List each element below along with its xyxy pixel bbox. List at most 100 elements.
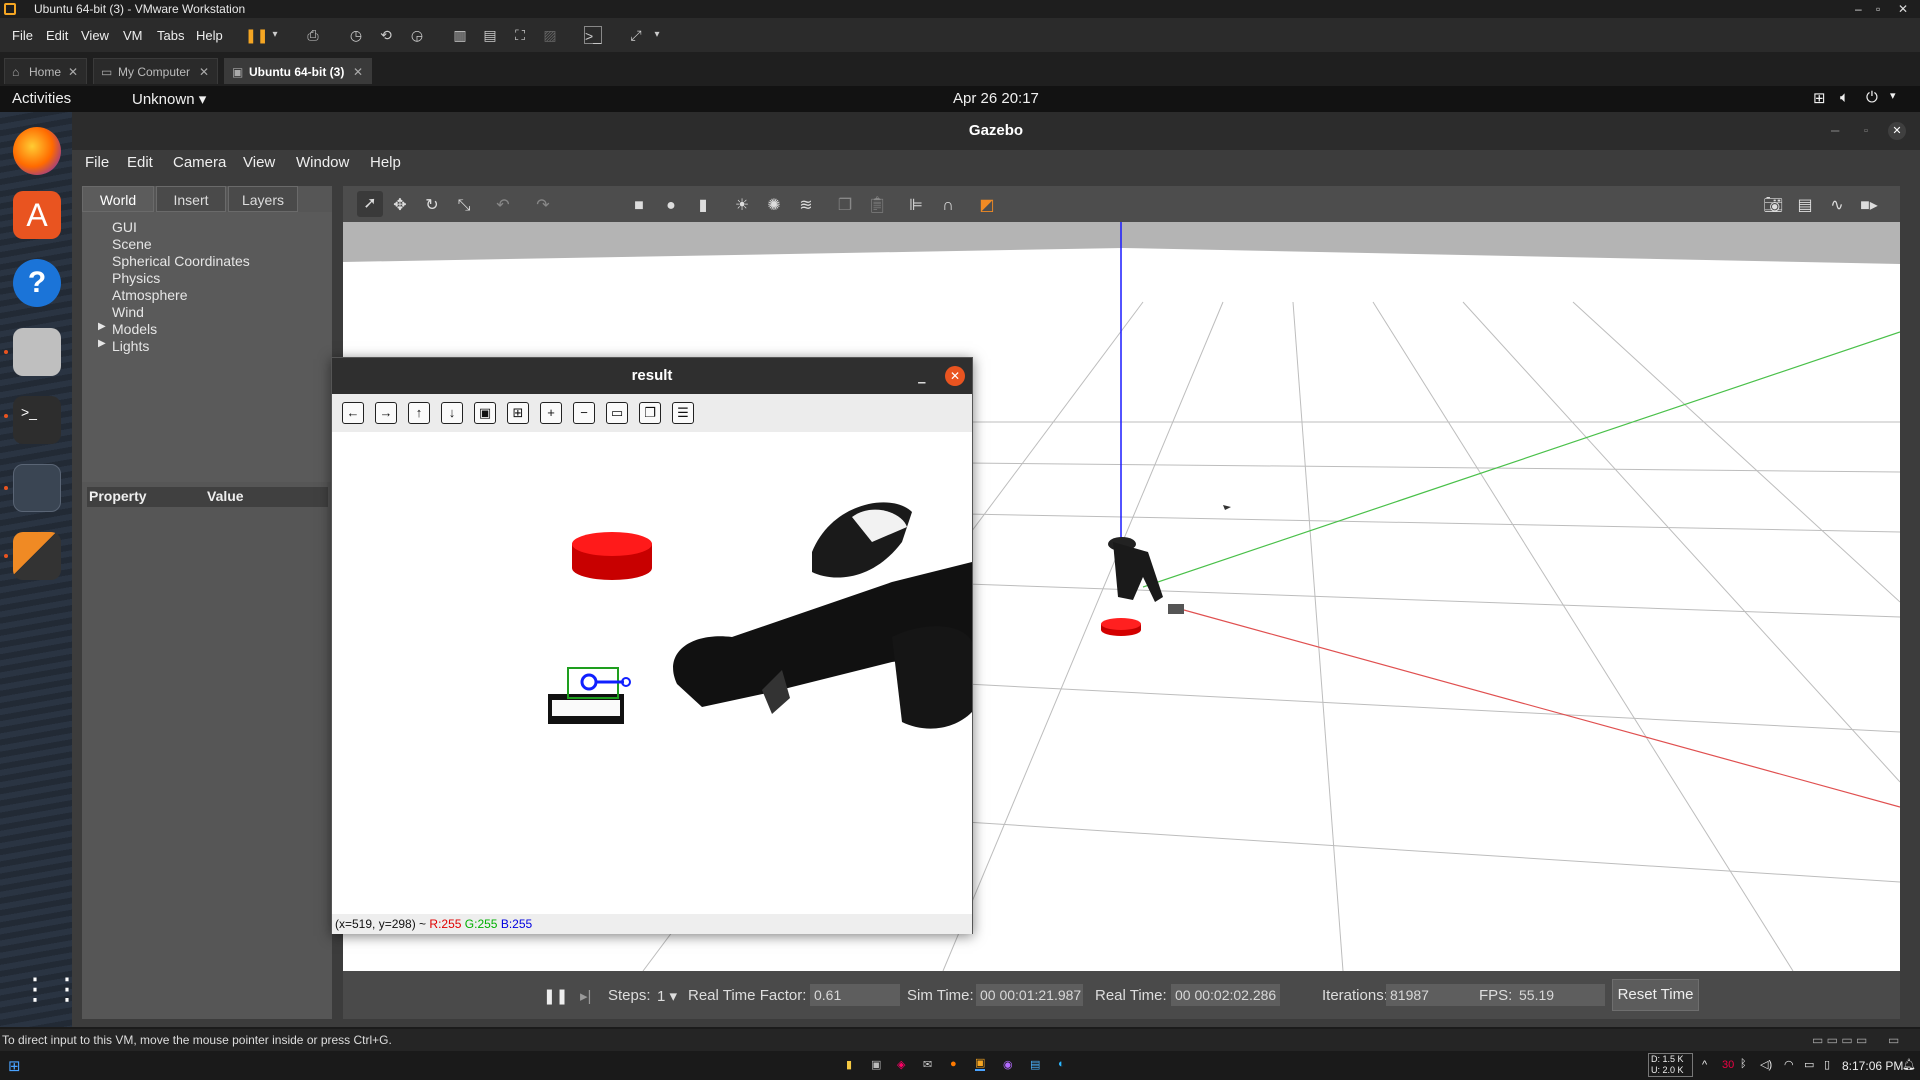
box-shape-icon[interactable]: ■ — [629, 196, 649, 216]
unity-icon[interactable]: ▨ — [541, 26, 559, 44]
menu-camera[interactable]: Camera — [173, 154, 226, 171]
scale-mode-icon[interactable]: ⤡ — [454, 196, 474, 216]
network-speed-widget[interactable]: D: 1.5 K U: 2.0 K — [1648, 1053, 1693, 1077]
file-explorer-icon[interactable]: ▮ — [846, 1058, 852, 1071]
bluetooth-icon[interactable]: ᛒ — [1740, 1058, 1747, 1070]
cylinder-shape-icon[interactable]: ▮ — [693, 196, 713, 216]
pan-left-icon[interactable]: ← — [342, 402, 364, 424]
snap-icon[interactable]: ∩ — [938, 196, 958, 216]
tree-item-atmosphere[interactable]: Atmosphere — [112, 287, 187, 303]
tree-item-spherical-coordinates[interactable]: Spherical Coordinates — [112, 253, 250, 269]
tab-world[interactable]: World — [82, 186, 154, 212]
firefox-icon[interactable] — [13, 127, 61, 175]
point-light-icon[interactable]: ☀ — [732, 196, 752, 216]
console-view-icon[interactable]: >_ — [584, 26, 602, 44]
files-icon[interactable] — [13, 328, 61, 376]
close-tab-icon[interactable]: ✕ — [68, 59, 78, 85]
tab-home[interactable]: ⌂ Home ✕ — [4, 58, 87, 84]
window-thumbnail-icon[interactable] — [13, 464, 61, 512]
firefox-taskbar-icon[interactable]: ● — [950, 1058, 957, 1070]
gazebo-icon[interactable] — [13, 532, 61, 580]
pause-icon[interactable]: ❚❚ — [245, 26, 268, 44]
directional-light-icon[interactable]: ≋ — [796, 196, 816, 216]
chevron-down-icon[interactable]: ▾ — [648, 26, 666, 44]
thumbnail-bar-icon[interactable]: ▤ — [481, 26, 499, 44]
play-pause-icon[interactable]: ❚❚ — [543, 987, 568, 1005]
menu-view[interactable]: View — [81, 28, 109, 43]
close-icon[interactable]: ✕ — [1898, 0, 1908, 18]
tree-item-scene[interactable]: Scene — [112, 236, 152, 252]
close-tab-icon[interactable]: ✕ — [199, 59, 209, 85]
result-image[interactable] — [332, 432, 972, 914]
tab-ubuntu-vm[interactable]: ▣ Ubuntu 64-bit (3) ✕ — [224, 58, 372, 84]
translate-mode-icon[interactable]: ✥ — [390, 196, 410, 216]
properties-icon[interactable]: ☰ — [672, 402, 694, 424]
maximize-icon[interactable]: ▫ — [1876, 0, 1880, 18]
taskbar-clock[interactable]: 8:17:06 PM — [1842, 1059, 1903, 1073]
message-log-icon[interactable]: ▭ — [1888, 1029, 1899, 1051]
chevron-up-icon[interactable]: ^ — [1702, 1059, 1707, 1071]
tree-item-lights[interactable]: Lights — [112, 338, 149, 354]
terminal-icon[interactable]: >_ — [13, 396, 61, 444]
paste-icon[interactable]: 📋︎ — [867, 196, 887, 216]
app-icon[interactable]: ▣ — [871, 1058, 881, 1071]
menu-view[interactable]: View — [243, 154, 275, 171]
mail-icon[interactable]: ✉ — [923, 1058, 932, 1071]
tab-insert[interactable]: Insert — [156, 186, 226, 212]
tab-my-computer[interactable]: ▭ My Computer ✕ — [93, 58, 218, 84]
stretch-guest-icon[interactable]: ⤢ — [627, 26, 645, 44]
select-mode-icon[interactable]: ➚ — [357, 191, 383, 217]
close-tab-icon[interactable]: ✕ — [353, 59, 363, 85]
network-icon[interactable]: ⊞ — [1813, 89, 1826, 107]
app-menu[interactable]: Unknown ▾ — [132, 90, 206, 108]
snapshot-icon[interactable]: ◷ — [347, 26, 365, 44]
power-icon[interactable]: ⏻ — [1866, 89, 1878, 106]
pan-up-icon[interactable]: ↑ — [408, 402, 430, 424]
undo-icon[interactable]: ↶ — [493, 196, 513, 216]
tree-item-gui[interactable]: GUI — [112, 219, 137, 235]
tab-layers[interactable]: Layers — [228, 186, 298, 212]
zoom-fit-icon[interactable]: ⊞ — [507, 402, 529, 424]
copy-image-icon[interactable]: ❐ — [639, 402, 661, 424]
battery-icon[interactable]: ▯ — [1824, 1058, 1830, 1071]
menu-window[interactable]: Window — [296, 154, 349, 171]
save-image-icon[interactable]: ▭ — [606, 402, 628, 424]
zoom-out-icon[interactable]: − — [573, 402, 595, 424]
chevron-down-icon[interactable]: ▾ — [266, 26, 284, 44]
menu-tabs[interactable]: Tabs — [157, 28, 184, 43]
menu-file[interactable]: File — [12, 28, 33, 43]
menu-edit[interactable]: Edit — [46, 28, 68, 43]
tree-item-wind[interactable]: Wind — [112, 304, 144, 320]
pan-down-icon[interactable]: ↓ — [441, 402, 463, 424]
notifications-icon[interactable]: 🔔︎ — [1902, 1058, 1916, 1071]
expand-arrow-icon[interactable]: ▶ — [98, 321, 106, 332]
rotate-mode-icon[interactable]: ↻ — [422, 196, 442, 216]
app-icon[interactable]: ▤ — [1030, 1058, 1040, 1071]
clock[interactable]: Apr 26 20:17 — [953, 90, 1039, 107]
snapshot-manager-icon[interactable]: ◶ — [408, 26, 426, 44]
zoom-in-icon[interactable]: + — [540, 402, 562, 424]
full-screen-icon[interactable]: ⛶ — [511, 26, 529, 44]
reset-time-button[interactable]: Reset Time — [1612, 979, 1699, 1011]
tree-item-physics[interactable]: Physics — [112, 270, 160, 286]
sphere-shape-icon[interactable]: ● — [661, 196, 681, 216]
plot-icon[interactable]: ∿ — [1827, 196, 1847, 216]
screenshot-icon[interactable]: 📷︎ — [1763, 196, 1783, 216]
show-library-icon[interactable]: ▥ — [451, 26, 469, 44]
menu-vm[interactable]: VM — [123, 28, 143, 43]
expand-arrow-icon[interactable]: ▶ — [98, 338, 106, 349]
close-icon[interactable]: ✕ — [945, 366, 965, 386]
menu-help[interactable]: Help — [196, 28, 223, 43]
redo-icon[interactable]: ↷ — [533, 196, 553, 216]
keyboard-icon[interactable]: ▭ — [1804, 1058, 1814, 1071]
close-icon[interactable]: ✕ — [1888, 122, 1906, 140]
menu-file[interactable]: File — [85, 154, 109, 171]
view-angle-icon[interactable]: ◩ — [977, 196, 997, 216]
maximize-icon[interactable]: ▫ — [1864, 112, 1868, 150]
pan-right-icon[interactable]: → — [375, 402, 397, 424]
windows-start-icon[interactable]: ⊞ — [8, 1057, 21, 1075]
tree-item-models[interactable]: Models — [112, 321, 157, 337]
steps-value[interactable]: 1 ▾ — [657, 987, 677, 1005]
log-icon[interactable]: ▤ — [1795, 196, 1815, 216]
app-icon[interactable]: ◐ — [1058, 1058, 1065, 1070]
